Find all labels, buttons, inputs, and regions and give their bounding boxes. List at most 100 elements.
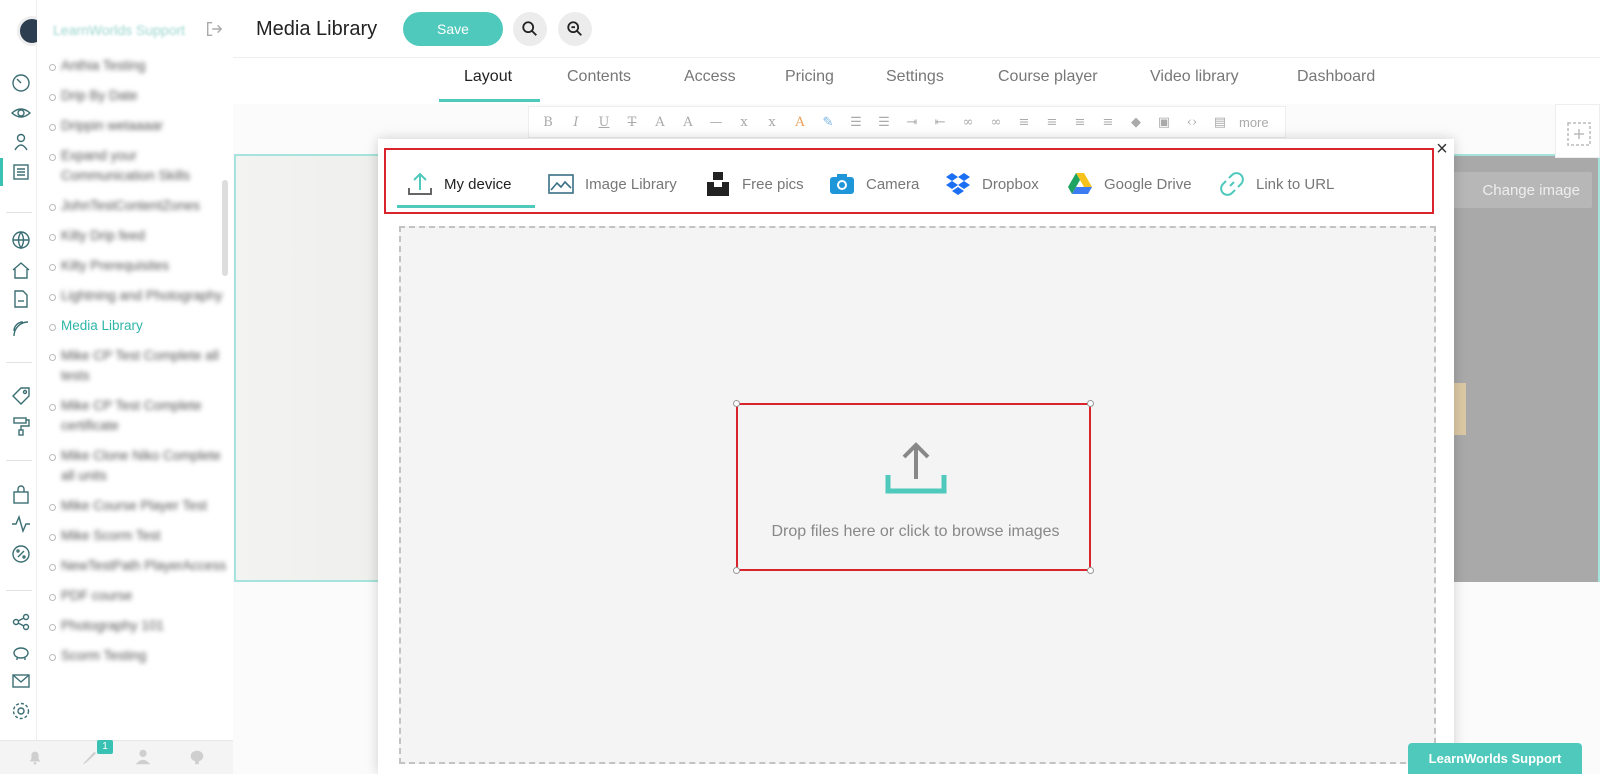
font-size-up-icon[interactable]: A — [651, 115, 669, 130]
sidebar-scrollbar[interactable] — [222, 180, 228, 276]
search-button[interactable] — [513, 12, 547, 46]
strikethrough-icon[interactable]: T — [623, 115, 641, 130]
tab-dropbox[interactable]: Dropbox — [944, 164, 1039, 204]
course-list-item[interactable]: Mike CP Test Complete certificate — [47, 396, 227, 436]
tab-pricing[interactable]: Pricing — [785, 68, 834, 104]
highlight-icon[interactable]: ✎ — [819, 115, 837, 130]
tab-contents[interactable]: Contents — [567, 68, 631, 104]
subscript-icon[interactable]: x — [735, 115, 753, 130]
share-icon[interactable] — [10, 611, 32, 633]
zoom-icon — [567, 21, 582, 36]
course-list-item[interactable]: JohnTestContentZones — [47, 196, 227, 216]
bell-icon[interactable] — [26, 748, 46, 768]
code-icon[interactable]: ‹› — [1183, 115, 1201, 130]
course-list-item[interactable]: Scorm Testing — [47, 646, 227, 666]
tab-settings[interactable]: Settings — [886, 68, 944, 104]
home-icon[interactable] — [10, 259, 32, 281]
course-list-item[interactable]: Kilty Prerequisites — [47, 256, 227, 276]
tab-camera[interactable]: Camera — [828, 164, 919, 204]
user-pin-icon[interactable] — [10, 131, 32, 153]
tab-free-pics[interactable]: Free pics — [704, 164, 804, 204]
tab-google-drive[interactable]: Google Drive — [1066, 164, 1192, 204]
italic-icon[interactable]: I — [567, 115, 585, 130]
icon-rail — [0, 0, 47, 740]
school-name[interactable]: LearnWorlds Support — [53, 22, 185, 38]
page-icon[interactable] — [10, 288, 32, 310]
user-icon[interactable] — [134, 748, 154, 768]
zoom-button[interactable] — [558, 12, 592, 46]
tab-my-device[interactable]: My device — [406, 164, 512, 204]
mail-icon[interactable] — [10, 670, 32, 692]
change-image-button[interactable]: Change image — [1450, 172, 1592, 208]
course-list-item[interactable]: PDF course — [47, 586, 227, 606]
course-sidebar: LearnWorlds Support Anthia Testing Drip B… — [37, 0, 233, 740]
tab-image-library[interactable]: Image Library — [547, 164, 677, 204]
course-list-item[interactable]: Expand your Communication Skills — [47, 146, 227, 186]
more-menu[interactable]: more — [1239, 115, 1269, 130]
outdent-icon[interactable]: ⇤ — [931, 115, 949, 130]
corner-handle — [1087, 400, 1094, 407]
tab-link-to-url[interactable]: Link to URL — [1218, 164, 1334, 204]
align-right-icon[interactable]: ≡ — [1071, 115, 1089, 130]
camera-icon — [830, 174, 854, 194]
courses-icon[interactable] — [10, 161, 32, 183]
globe-icon[interactable] — [10, 229, 32, 251]
tag-icon[interactable] — [10, 385, 32, 407]
align-left-icon[interactable]: ≡ — [1015, 115, 1033, 130]
shopping-bag-icon[interactable] — [10, 484, 32, 506]
trash-icon[interactable]: ▤ — [1211, 115, 1229, 130]
piggy-bank-icon[interactable] — [10, 641, 32, 663]
course-list-item[interactable]: Drip By Date — [47, 86, 227, 106]
underline-icon[interactable]: U — [595, 115, 613, 130]
bullet-list-icon[interactable]: ☰ — [847, 115, 865, 130]
gauge-icon[interactable] — [10, 72, 32, 94]
discount-icon[interactable] — [10, 543, 32, 565]
hero-image-overlay — [1436, 156, 1598, 582]
align-center-icon[interactable]: ≡ — [1043, 115, 1061, 130]
tab-access[interactable]: Access — [684, 68, 736, 104]
course-list-item[interactable]: Photography 101 — [47, 616, 227, 636]
eye-icon[interactable] — [10, 102, 32, 124]
numbered-list-icon[interactable]: ☰ — [875, 115, 893, 130]
course-label: Media Library — [61, 318, 143, 333]
course-list-item[interactable]: Drippin wetaaaar — [47, 116, 227, 136]
tab-course-player[interactable]: Course player — [998, 68, 1098, 104]
file-drop-zone[interactable]: Drop files here or click to browse image… — [733, 400, 1094, 574]
tab-video-library[interactable]: Video library — [1150, 68, 1239, 104]
course-list-item[interactable]: Lightning and Photography — [47, 286, 227, 306]
image-insert-icon[interactable]: ▣ — [1155, 115, 1173, 130]
rail-active-indicator — [0, 158, 3, 186]
horizontal-rule-icon[interactable]: — — [707, 115, 725, 130]
unlink-icon[interactable]: ∞ — [987, 115, 1005, 130]
link-icon — [1220, 172, 1244, 196]
close-icon[interactable]: × — [1432, 139, 1452, 159]
superscript-icon[interactable]: x — [763, 115, 781, 130]
bold-icon[interactable]: B — [539, 115, 557, 130]
support-chat-button[interactable]: LearnWorlds Support — [1408, 743, 1582, 774]
course-list-item[interactable]: Mike Course Player Test — [47, 496, 227, 516]
eraser-icon[interactable]: ◆ — [1127, 115, 1145, 130]
text-color-icon[interactable]: A — [791, 115, 809, 130]
course-list-item[interactable]: Kilty Drip feed — [47, 226, 227, 246]
course-list-item[interactable]: Mike CP Test Complete all tests — [47, 346, 227, 386]
course-list-item[interactable]: Mike Scorm Test — [47, 526, 227, 546]
upload-arrow-icon — [885, 442, 947, 494]
rss-icon[interactable] — [10, 318, 32, 340]
paint-roller-icon[interactable] — [10, 415, 32, 437]
indent-icon[interactable]: ⇥ — [903, 115, 921, 130]
course-list-item[interactable]: Mike Clone Niko Complete all units — [47, 446, 227, 486]
add-block-button[interactable] — [1555, 104, 1600, 158]
course-list-item[interactable]: Anthia Testing — [47, 56, 227, 76]
gear-icon[interactable] — [10, 700, 32, 722]
course-label: Scorm Testing — [61, 648, 147, 663]
save-button[interactable]: Save — [403, 12, 503, 46]
brain-icon[interactable] — [188, 748, 208, 768]
course-list-item[interactable]: NewTestPath PlayerAccess — [47, 556, 227, 576]
logout-icon[interactable] — [205, 20, 225, 40]
justify-icon[interactable]: ≡ — [1099, 115, 1117, 130]
link-icon[interactable]: ∞ — [959, 115, 977, 130]
course-list-item[interactable]: Media Library — [47, 316, 227, 336]
font-size-down-icon[interactable]: A — [679, 115, 697, 130]
tab-dashboard[interactable]: Dashboard — [1297, 68, 1375, 104]
activity-icon[interactable] — [10, 513, 32, 535]
